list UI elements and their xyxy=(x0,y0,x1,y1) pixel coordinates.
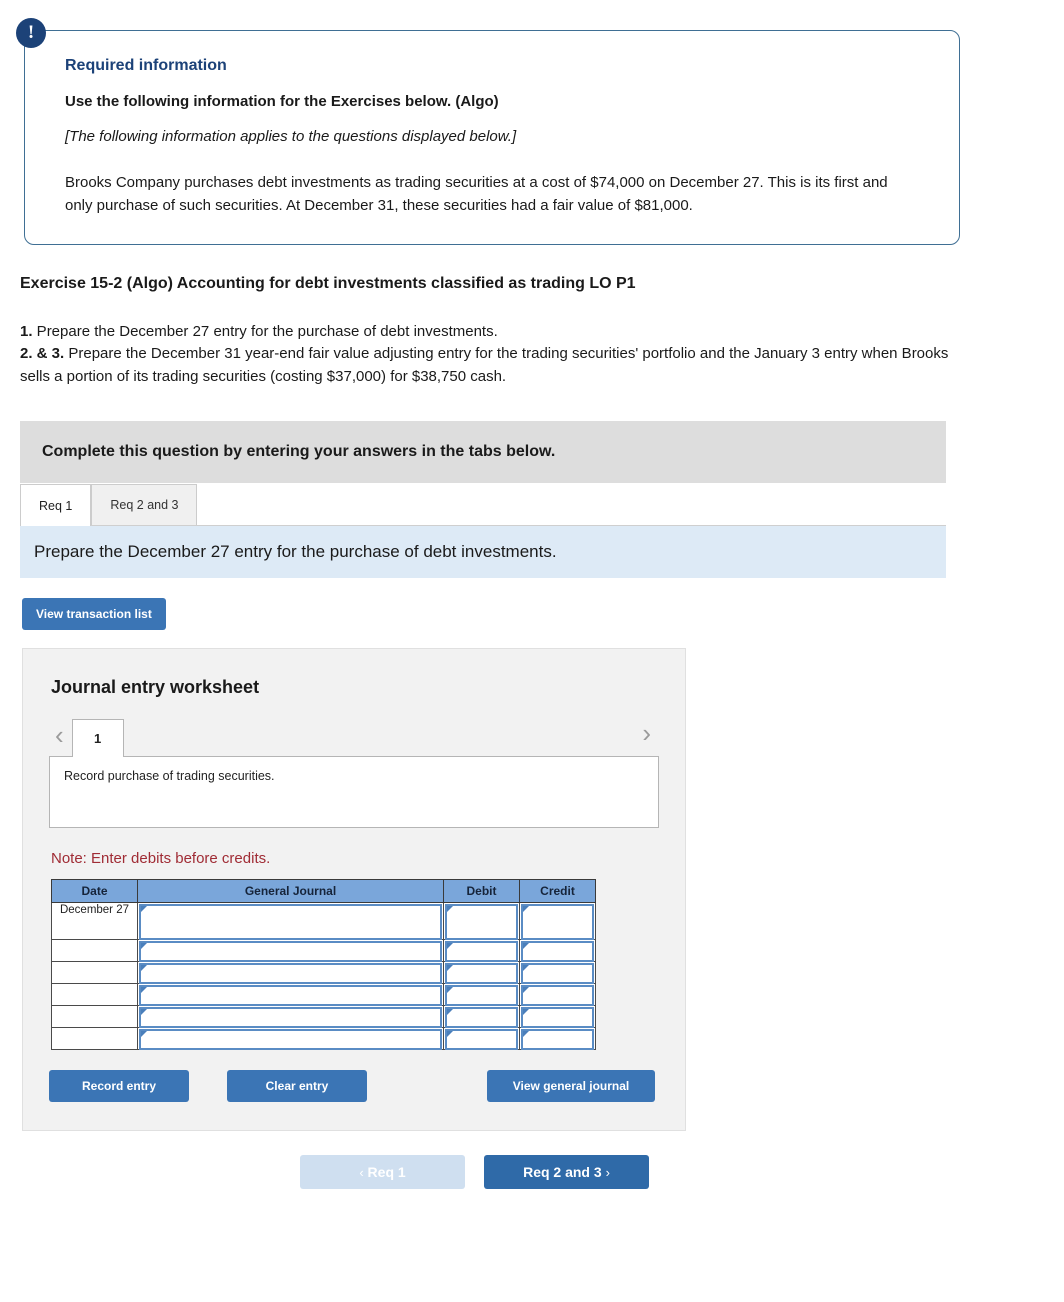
cell-debit[interactable] xyxy=(443,901,520,940)
cell-general-journal[interactable] xyxy=(137,901,444,940)
requirement-1: 1. Prepare the December 27 entry for the… xyxy=(20,321,974,344)
worksheet-page-tab-1[interactable]: 1 xyxy=(71,718,124,757)
requirement-1-lead: 1. xyxy=(20,322,33,340)
cell-debit[interactable] xyxy=(443,1004,520,1028)
record-entry-button[interactable]: Record entry xyxy=(49,1069,189,1102)
cell-credit[interactable] xyxy=(519,1026,596,1050)
prev-requirement-label: Req 1 xyxy=(367,1163,406,1180)
column-header-debit: Debit xyxy=(443,878,520,903)
view-transaction-list-button[interactable]: View transaction list xyxy=(22,597,166,630)
required-information-panel: ! Required information Use the following… xyxy=(16,18,960,245)
exercise-title: Exercise 15-2 (Algo) Accounting for debt… xyxy=(20,274,636,292)
next-requirement-label: Req 2 and 3 xyxy=(523,1163,602,1180)
required-information-note: [The following information applies to th… xyxy=(65,128,517,145)
prev-requirement-button[interactable]: ‹ Req 1 xyxy=(300,1154,465,1189)
cell-credit[interactable] xyxy=(519,938,596,962)
cell-general-journal[interactable] xyxy=(137,1004,444,1028)
requirement-navigation: ‹ Req 1 Req 2 and 3 › xyxy=(0,1154,1064,1191)
cell-debit[interactable] xyxy=(443,938,520,962)
debit-input[interactable] xyxy=(445,984,518,1006)
worksheet-title: Journal entry worksheet xyxy=(51,676,260,697)
chevron-right-icon: › xyxy=(605,1164,610,1180)
cell-date xyxy=(51,960,138,984)
journal-input[interactable] xyxy=(139,940,442,962)
requirement-1-text: Prepare the December 27 entry for the pu… xyxy=(32,322,498,340)
cell-date: December 27 xyxy=(51,901,138,940)
credit-input[interactable] xyxy=(521,962,594,984)
requirement-2-3-text: Prepare the December 31 year-end fair va… xyxy=(20,345,949,386)
chevron-left-icon[interactable]: ‹ xyxy=(49,722,72,756)
requirement-2-3-lead: 2. & 3. xyxy=(20,345,65,363)
cell-credit[interactable] xyxy=(519,1004,596,1028)
column-header-general-journal: General Journal xyxy=(137,878,444,903)
requirement-tabs: Req 1 Req 2 and 3 xyxy=(20,482,946,526)
credit-input[interactable] xyxy=(521,903,594,940)
table-row xyxy=(51,1026,596,1050)
debit-input[interactable] xyxy=(445,962,518,984)
debit-input[interactable] xyxy=(445,1006,518,1028)
column-header-credit: Credit xyxy=(519,878,596,903)
cell-debit[interactable] xyxy=(443,1026,520,1050)
view-transaction-list-wrap: View transaction list xyxy=(22,597,1064,630)
worksheet-description: Record purchase of trading securities. xyxy=(49,755,659,828)
table-row xyxy=(51,1004,596,1028)
journal-input[interactable] xyxy=(139,984,442,1006)
complete-question-banner: Complete this question by entering your … xyxy=(20,420,946,483)
exclamation-icon: ! xyxy=(16,18,46,48)
table-row xyxy=(51,982,596,1006)
requirements-list: 1. Prepare the December 27 entry for the… xyxy=(20,321,974,389)
tab-req-1[interactable]: Req 1 xyxy=(20,483,92,526)
worksheet-pager: ‹ 1 › xyxy=(49,716,659,757)
tab-req-2-and-3[interactable]: Req 2 and 3 xyxy=(91,483,198,525)
debit-input[interactable] xyxy=(445,1028,518,1050)
cell-credit[interactable] xyxy=(519,982,596,1006)
clear-entry-button[interactable]: Clear entry xyxy=(227,1069,367,1102)
required-information-title: Required information xyxy=(65,57,227,74)
cell-general-journal[interactable] xyxy=(137,982,444,1006)
table-row xyxy=(51,960,596,984)
journal-input[interactable] xyxy=(139,1028,442,1050)
journal-entry-table: Date General Journal Debit Credit Decemb… xyxy=(51,878,596,1050)
chevron-right-icon[interactable]: › xyxy=(636,720,659,754)
cell-debit[interactable] xyxy=(443,982,520,1006)
instruction-banner: Prepare the December 27 entry for the pu… xyxy=(20,525,946,578)
debit-input[interactable] xyxy=(445,940,518,962)
credit-input[interactable] xyxy=(521,1028,594,1050)
cell-date xyxy=(51,938,138,962)
cell-general-journal[interactable] xyxy=(137,1026,444,1050)
cell-date xyxy=(51,982,138,1006)
credit-input[interactable] xyxy=(521,984,594,1006)
cell-credit[interactable] xyxy=(519,960,596,984)
table-row xyxy=(51,938,596,962)
chevron-left-icon: ‹ xyxy=(359,1164,364,1180)
credit-input[interactable] xyxy=(521,1006,594,1028)
worksheet-action-buttons: Record entry Clear entry View general jo… xyxy=(49,1069,655,1104)
required-information-subtitle: Use the following information for the Ex… xyxy=(65,93,499,110)
journal-input[interactable] xyxy=(139,1006,442,1028)
table-row: December 27 xyxy=(51,901,596,940)
debit-input[interactable] xyxy=(445,903,518,940)
required-information-box: Required information Use the following i… xyxy=(24,30,960,245)
cell-credit[interactable] xyxy=(519,901,596,940)
credit-input[interactable] xyxy=(521,940,594,962)
cell-date xyxy=(51,1004,138,1028)
required-information-body: Brooks Company purchases debt investment… xyxy=(65,174,888,215)
cell-date xyxy=(51,1026,138,1050)
journal-input[interactable] xyxy=(139,903,442,940)
cell-debit[interactable] xyxy=(443,960,520,984)
view-general-journal-button[interactable]: View general journal xyxy=(487,1069,655,1102)
column-header-date: Date xyxy=(51,878,138,903)
debits-before-credits-note: Note: Enter debits before credits. xyxy=(51,849,271,867)
cell-general-journal[interactable] xyxy=(137,960,444,984)
journal-input[interactable] xyxy=(139,962,442,984)
journal-entry-worksheet-panel: Journal entry worksheet ‹ 1 › Record pur… xyxy=(22,647,686,1131)
table-header-row: Date General Journal Debit Credit xyxy=(51,878,596,903)
cell-general-journal[interactable] xyxy=(137,938,444,962)
next-requirement-button[interactable]: Req 2 and 3 › xyxy=(484,1154,649,1189)
requirement-2-3: 2. & 3. Prepare the December 31 year-end… xyxy=(20,343,974,389)
